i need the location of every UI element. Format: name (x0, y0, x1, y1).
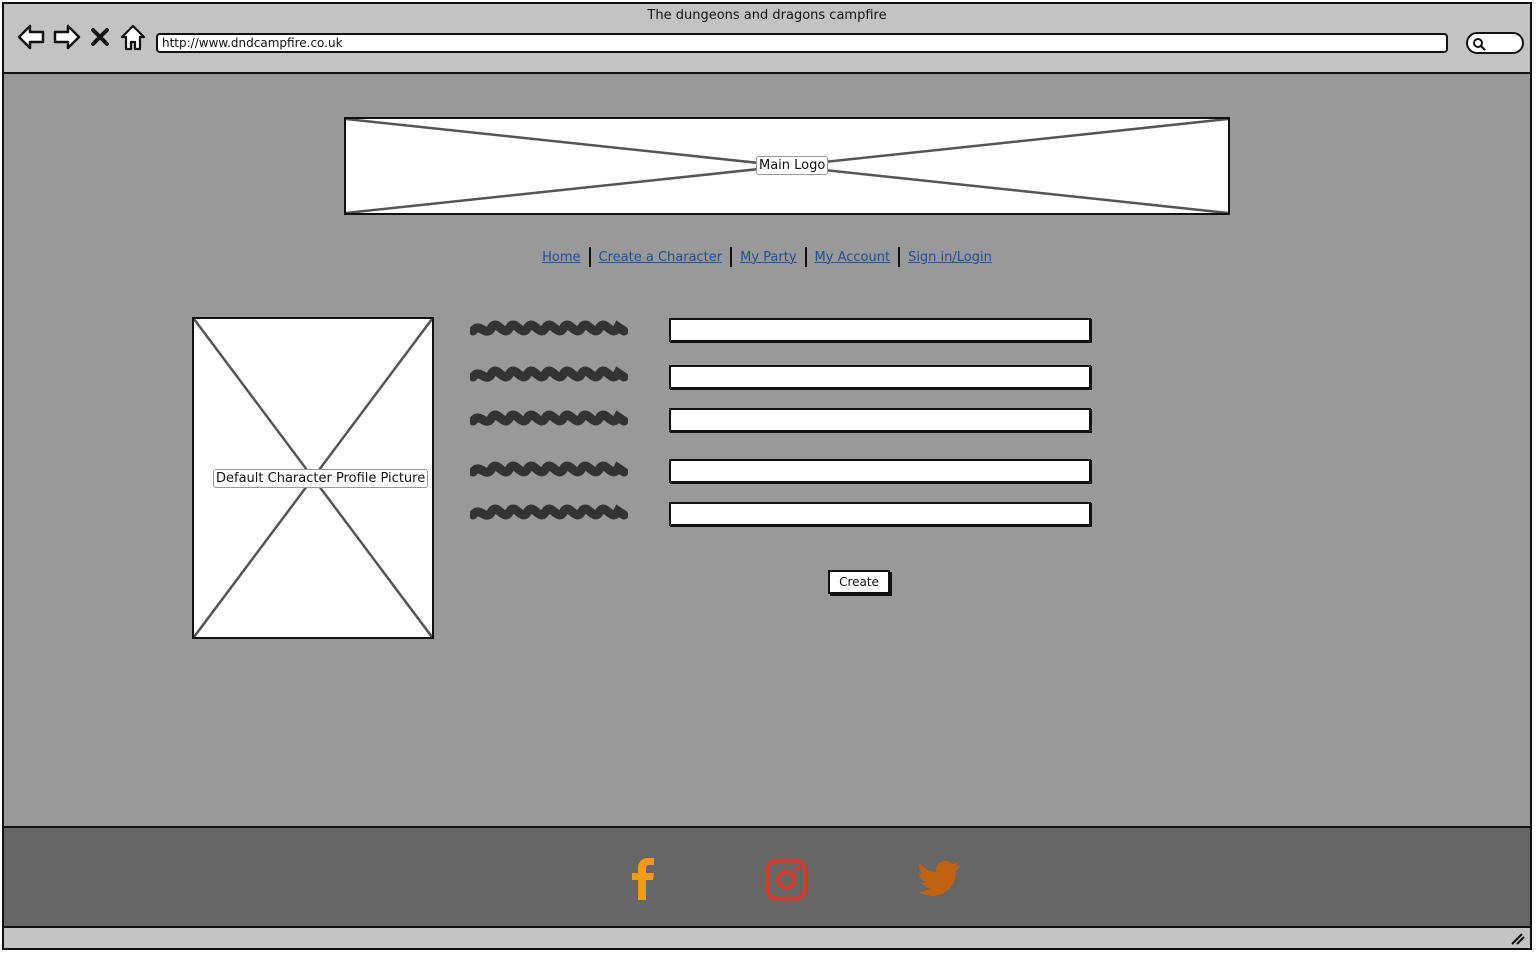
nav-link-my-account[interactable]: My Account (807, 250, 899, 265)
forward-icon[interactable] (52, 22, 82, 52)
browser-nav-buttons (16, 22, 148, 52)
address-bar[interactable]: http://www.dndcampfire.co.uk (156, 33, 1448, 53)
profile-picture-placeholder[interactable]: Default Character Profile Picture (192, 317, 434, 639)
window-title: The dungeons and dragons campfire (647, 8, 887, 23)
character-field-1[interactable] (669, 318, 1091, 342)
field-label-scribble (468, 501, 629, 525)
character-field-4[interactable] (669, 459, 1091, 483)
field-label-scribble (468, 317, 629, 341)
nav-link-home[interactable]: Home (534, 250, 588, 265)
main-logo-label: Main Logo (756, 156, 829, 175)
nav-link-sign-in[interactable]: Sign in/Login (900, 250, 1000, 265)
character-field-5[interactable] (669, 502, 1091, 526)
character-field-2[interactable] (669, 365, 1091, 389)
resize-grip-icon[interactable] (1510, 932, 1526, 946)
character-field-3[interactable] (669, 408, 1091, 432)
stop-icon[interactable] (88, 22, 112, 52)
facebook-icon[interactable] (628, 854, 660, 906)
browser-toolbar: The dungeons and dragons campfire http:/… (4, 4, 1530, 74)
nav-link-my-party[interactable]: My Party (732, 250, 804, 265)
field-label-scribble (468, 363, 629, 387)
field-label-scribble (468, 407, 629, 431)
browser-window: The dungeons and dragons campfire http:/… (2, 2, 1532, 950)
twitter-icon[interactable] (918, 860, 962, 902)
field-label-scribble (468, 458, 629, 482)
instagram-icon[interactable] (764, 858, 808, 906)
search-icon (1473, 38, 1486, 51)
home-icon[interactable] (118, 22, 148, 52)
back-icon[interactable] (16, 22, 46, 52)
status-bar (4, 928, 1530, 948)
nav-link-create-character[interactable]: Create a Character (591, 250, 731, 265)
main-nav: Home Create a Character My Party My Acco… (4, 247, 1530, 267)
profile-picture-label: Default Character Profile Picture (213, 469, 429, 488)
browser-search-field[interactable] (1466, 32, 1524, 54)
main-logo-placeholder: Main Logo (344, 117, 1230, 215)
create-button[interactable]: Create (828, 570, 890, 594)
footer (4, 826, 1530, 928)
